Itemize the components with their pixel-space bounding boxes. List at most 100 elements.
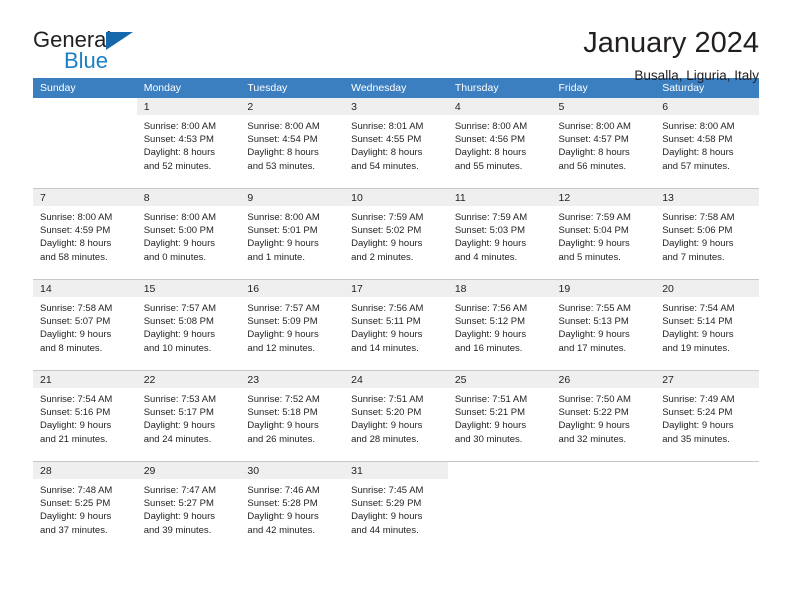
day-number: 14 [33, 280, 137, 297]
calendar-day-cell[interactable]: 11 Sunrise: 7:59 AM Sunset: 5:03 PM Dayligh… [447, 188, 552, 280]
calendar-day-cell[interactable]: 19 Sunrise: 7:55 AM Sunset: 5:13 PM Dayligh… [551, 279, 656, 371]
calendar-day-cell [655, 461, 759, 552]
day-cell-content: 12 Sunrise: 7:59 AM Sunset: 5:04 PM Dayligh… [551, 189, 656, 279]
sunset-text: Sunset: 5:12 PM [454, 316, 526, 328]
sunrise-text: Sunrise: 8:00 AM [143, 121, 217, 132]
calendar-day-cell[interactable]: 13 Sunrise: 7:58 AM Sunset: 5:06 PM Dayligh… [655, 188, 759, 280]
sunset-text: Sunset: 5:17 PM [143, 407, 214, 419]
daylight-text-line2: and 37 minutes. [40, 524, 108, 536]
sunrise-text: Sunrise: 7:46 AM [247, 485, 320, 496]
daylight-text-line2: and 28 minutes. [351, 433, 419, 445]
daylight-text-line2: and 35 minutes. [662, 433, 730, 445]
sunrise-text: Sunrise: 7:56 AM [454, 303, 528, 314]
calendar-day-cell[interactable]: 21 Sunrise: 7:54 AM Sunset: 5:16 PM Dayligh… [33, 370, 137, 462]
calendar-day-cell[interactable]: 20 Sunrise: 7:54 AM Sunset: 5:14 PM Dayligh… [655, 279, 759, 371]
calendar-day-cell[interactable]: 7 Sunrise: 8:00 AM Sunset: 4:59 PM Daylight… [33, 188, 137, 280]
calendar-day-cell[interactable]: 9 Sunrise: 8:00 AM Sunset: 5:01 PM Daylight… [240, 188, 345, 280]
sunset-text: Sunset: 5:06 PM [662, 225, 733, 237]
calendar-page: General Blue January 2024 Busalla, Ligur… [0, 0, 792, 612]
calendar-table: Sunday Monday Tuesday Wednesday Thursday… [33, 78, 759, 552]
day-cell-content [33, 98, 137, 188]
day-cell-content: 25 Sunrise: 7:51 AM Sunset: 5:21 PM Dayligh… [447, 371, 552, 461]
sunset-text: Sunset: 4:58 PM [662, 134, 733, 146]
day-number: 23 [240, 371, 345, 388]
calendar-day-cell[interactable]: 17 Sunrise: 7:56 AM Sunset: 5:11 PM Dayligh… [344, 279, 448, 371]
day-cell-content: 16 Sunrise: 7:57 AM Sunset: 5:09 PM Dayligh… [240, 280, 345, 370]
calendar-day-cell[interactable]: 28 Sunrise: 7:48 AM Sunset: 5:25 PM Dayligh… [33, 461, 137, 552]
calendar-day-cell[interactable]: 31 Sunrise: 7:45 AM Sunset: 5:29 PM Dayligh… [344, 461, 448, 552]
day-cell-content: 13 Sunrise: 7:58 AM Sunset: 5:06 PM Dayligh… [655, 189, 759, 279]
daylight-text-line2: and 2 minutes. [351, 251, 414, 263]
calendar-day-cell[interactable]: 6 Sunrise: 8:00 AM Sunset: 4:58 PM Daylight… [655, 98, 759, 189]
day-details: Sunrise: 7:59 AM Sunset: 5:02 PM Daylight:… [344, 206, 448, 264]
calendar-day-cell[interactable]: 22 Sunrise: 7:53 AM Sunset: 5:17 PM Dayligh… [136, 370, 241, 462]
day-cell-content: 1 Sunrise: 8:00 AM Sunset: 4:53 PM Daylight… [136, 98, 241, 188]
calendar-day-cell[interactable]: 8 Sunrise: 8:00 AM Sunset: 5:00 PM Daylight… [136, 188, 241, 280]
generalblue-logo[interactable]: General Blue [33, 26, 153, 78]
daylight-text-line1: Daylight: 9 hours [143, 329, 215, 341]
sunset-text: Sunset: 5:01 PM [247, 225, 318, 237]
daylight-text-line1: Daylight: 9 hours [40, 511, 112, 523]
day-cell-content: 4 Sunrise: 8:00 AM Sunset: 4:56 PM Daylight… [447, 98, 552, 188]
day-details: Sunrise: 8:01 AM Sunset: 4:55 PM Daylight:… [344, 115, 448, 173]
sunrise-text: Sunrise: 7:48 AM [40, 485, 113, 496]
sunrise-text: Sunrise: 7:58 AM [40, 303, 113, 314]
day-cell-content: 2 Sunrise: 8:00 AM Sunset: 4:54 PM Daylight… [240, 98, 345, 188]
page-header: General Blue January 2024 Busalla, Ligur… [0, 0, 792, 83]
daylight-text-line2: and 0 minutes. [143, 251, 207, 263]
day-number: 17 [344, 280, 448, 297]
calendar-day-cell[interactable]: 12 Sunrise: 7:59 AM Sunset: 5:04 PM Dayligh… [551, 188, 656, 280]
day-details: Sunrise: 7:51 AM Sunset: 5:20 PM Daylight:… [344, 388, 448, 446]
calendar-day-cell[interactable]: 24 Sunrise: 7:51 AM Sunset: 5:20 PM Dayligh… [344, 370, 448, 462]
calendar-day-cell[interactable]: 23 Sunrise: 7:52 AM Sunset: 5:18 PM Dayligh… [240, 370, 345, 462]
calendar-day-cell [551, 461, 656, 552]
day-details: Sunrise: 7:47 AM Sunset: 5:27 PM Daylight:… [137, 479, 241, 537]
logo-triangle-icon [106, 32, 133, 50]
sunset-text: Sunset: 4:57 PM [558, 134, 629, 146]
calendar-day-cell[interactable]: 15 Sunrise: 7:57 AM Sunset: 5:08 PM Dayligh… [136, 279, 241, 371]
day-cell-content: 23 Sunrise: 7:52 AM Sunset: 5:18 PM Dayligh… [240, 371, 345, 461]
calendar-day-cell[interactable]: 26 Sunrise: 7:50 AM Sunset: 5:22 PM Dayligh… [551, 370, 656, 462]
day-number: 3 [344, 98, 448, 115]
calendar-day-cell[interactable]: 14 Sunrise: 7:58 AM Sunset: 5:07 PM Dayligh… [33, 279, 137, 371]
day-number: 4 [447, 98, 552, 115]
sunrise-text: Sunrise: 7:51 AM [351, 394, 424, 405]
calendar-day-cell [33, 98, 137, 189]
calendar-day-cell[interactable]: 16 Sunrise: 7:57 AM Sunset: 5:09 PM Dayligh… [240, 279, 345, 371]
day-number: 16 [240, 280, 345, 297]
daylight-text-line1: Daylight: 9 hours [454, 238, 527, 250]
calendar-day-cell[interactable]: 10 Sunrise: 7:59 AM Sunset: 5:02 PM Dayligh… [344, 188, 448, 280]
calendar-day-cell[interactable]: 5 Sunrise: 8:00 AM Sunset: 4:57 PM Daylight… [551, 98, 656, 189]
calendar-day-cell[interactable]: 25 Sunrise: 7:51 AM Sunset: 5:21 PM Dayligh… [447, 370, 552, 462]
calendar-day-cell[interactable]: 1 Sunrise: 8:00 AM Sunset: 4:53 PM Daylight… [136, 98, 241, 189]
day-details: Sunrise: 7:52 AM Sunset: 5:18 PM Daylight:… [240, 388, 344, 446]
calendar-day-cell[interactable]: 4 Sunrise: 8:00 AM Sunset: 4:56 PM Daylight… [447, 98, 552, 189]
sunset-text: Sunset: 5:07 PM [40, 316, 111, 328]
daylight-text-line2: and 10 minutes. [143, 342, 212, 354]
daylight-text-line1: Daylight: 9 hours [351, 511, 423, 523]
day-cell-content: 21 Sunrise: 7:54 AM Sunset: 5:16 PM Dayligh… [33, 371, 137, 461]
daylight-text-line1: Daylight: 9 hours [143, 420, 215, 432]
sunset-text: Sunset: 4:59 PM [40, 225, 111, 237]
calendar-day-cell [447, 461, 552, 552]
daylight-text-line1: Daylight: 9 hours [351, 420, 423, 432]
sunrise-text: Sunrise: 8:00 AM [558, 121, 631, 132]
sunrise-text: Sunrise: 8:00 AM [247, 121, 320, 132]
calendar-day-cell[interactable]: 2 Sunrise: 8:00 AM Sunset: 4:54 PM Daylight… [240, 98, 345, 189]
day-number: 26 [551, 371, 656, 388]
day-number: 28 [33, 462, 137, 479]
day-details: Sunrise: 7:51 AM Sunset: 5:21 PM Daylight:… [448, 388, 552, 446]
daylight-text-line2: and 8 minutes. [40, 342, 103, 354]
calendar-day-cell[interactable]: 30 Sunrise: 7:46 AM Sunset: 5:28 PM Dayligh… [240, 461, 345, 552]
day-cell-content [447, 462, 552, 552]
day-number [551, 462, 656, 479]
calendar-day-cell[interactable]: 18 Sunrise: 7:56 AM Sunset: 5:12 PM Dayligh… [447, 279, 552, 371]
title-block: January 2024 Busalla, Liguria, Italy [583, 26, 759, 86]
sunset-text: Sunset: 5:28 PM [247, 498, 318, 510]
daylight-text-line2: and 12 minutes. [247, 342, 316, 354]
calendar-day-cell[interactable]: 27 Sunrise: 7:49 AM Sunset: 5:24 PM Dayligh… [655, 370, 759, 462]
calendar-day-cell[interactable]: 29 Sunrise: 7:47 AM Sunset: 5:27 PM Dayligh… [136, 461, 241, 552]
calendar-day-cell[interactable]: 3 Sunrise: 8:01 AM Sunset: 4:55 PM Daylight… [344, 98, 448, 189]
daylight-text-line1: Daylight: 8 hours [662, 147, 734, 159]
sunrise-text: Sunrise: 7:52 AM [247, 394, 320, 405]
